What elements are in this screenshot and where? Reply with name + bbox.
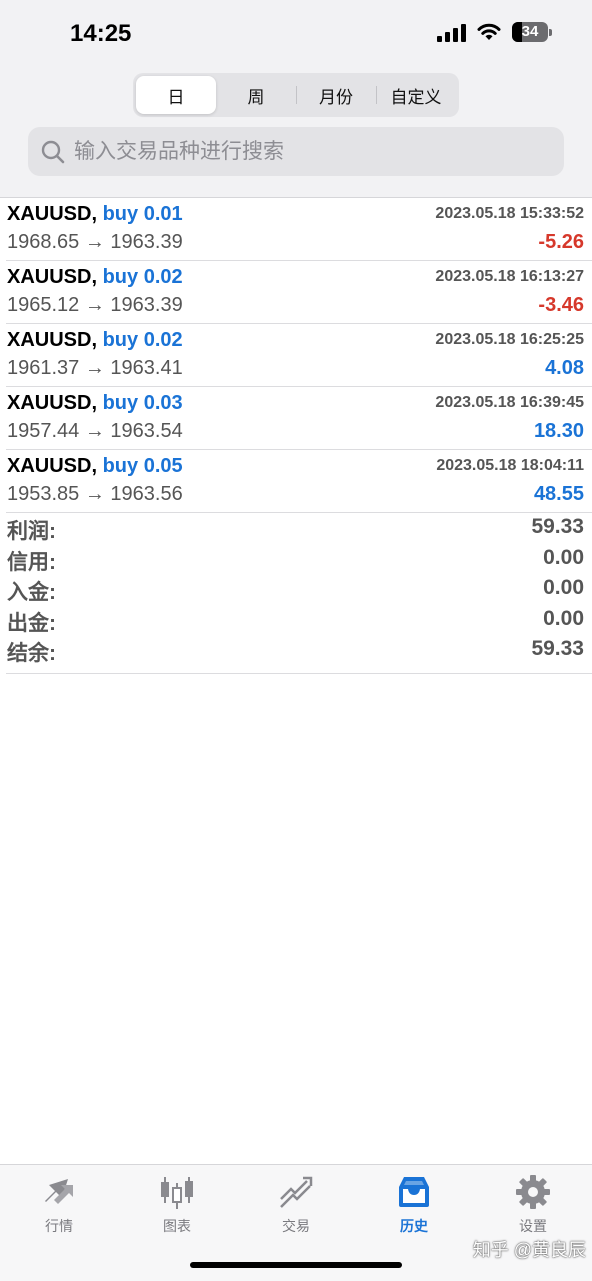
trade-side: buy 0.02 (102, 266, 183, 288)
summary-row-withdrawal: 出金: 0.00 (6, 607, 592, 638)
trade-prices: 1957.44 → 1963.54 (7, 420, 183, 442)
trade-profit: 18.30 (533, 420, 584, 442)
summary-label: 出金: (7, 611, 56, 635)
tab-settings[interactable]: 设置 (474, 1173, 592, 1236)
trade-time: 2023.05.18 15:33:52 (435, 205, 584, 222)
tab-week[interactable]: 周 (216, 76, 296, 114)
trade-side: buy 0.03 (102, 392, 183, 414)
trade-profit: 48.55 (533, 483, 584, 505)
summary-row-deposit: 入金: 0.00 (6, 576, 592, 607)
trade-prices: 1968.65 → 1963.39 (7, 231, 183, 253)
tab-month[interactable]: 月份 (296, 76, 376, 114)
summary-label: 利润: (7, 520, 56, 543)
trade-row[interactable]: XAUUSD, buy 0.02 2023.05.18 16:25:25 196… (6, 324, 592, 387)
trade-side: buy 0.02 (102, 329, 183, 351)
battery-icon: 34 (512, 22, 552, 42)
trade-profit: -3.46 (538, 294, 584, 316)
trade-time: 2023.05.18 16:39:45 (435, 394, 584, 411)
tab-day[interactable]: 日 (136, 76, 216, 114)
watermark: 知乎 @黄良辰 (472, 1240, 586, 1260)
trade-symbol: XAUUSD, (7, 266, 98, 288)
trade-prices: 1965.12 → 1963.39 (7, 294, 183, 316)
trade-time: 2023.05.18 16:13:27 (435, 268, 584, 285)
tab-trade[interactable]: 交易 (237, 1173, 355, 1236)
wifi-icon (477, 23, 501, 40)
search-input[interactable] (72, 138, 536, 165)
trade-profit: -5.26 (538, 231, 584, 253)
trade-title: XAUUSD, buy 0.02 (7, 329, 183, 352)
trade-icon (280, 1176, 313, 1208)
status-time: 14:25 (70, 20, 132, 47)
trade-profit: 4.08 (545, 357, 584, 379)
summary-value: 59.33 (531, 515, 584, 538)
search-bar[interactable] (28, 127, 564, 176)
tab-label: 交易 (282, 1218, 310, 1234)
chart-icon (161, 1177, 193, 1209)
trade-side: buy 0.05 (102, 455, 183, 477)
trade-symbol: XAUUSD, (7, 203, 98, 225)
trade-time: 2023.05.18 16:25:25 (435, 331, 584, 348)
summary-label: 入金: (7, 581, 56, 604)
divider (6, 673, 592, 674)
home-indicator (190, 1262, 402, 1268)
trade-prices: 1961.37 → 1963.41 (7, 357, 183, 379)
trade-row[interactable]: XAUUSD, buy 0.03 2023.05.18 16:39:45 195… (6, 387, 592, 450)
tab-label: 图表 (163, 1218, 191, 1234)
trade-time: 2023.05.18 18:04:11 (436, 457, 584, 474)
trade-row[interactable]: XAUUSD, buy 0.05 2023.05.18 18:04:11 195… (6, 450, 592, 513)
summary-label: 信用: (7, 550, 56, 574)
quotes-icon (45, 1179, 73, 1204)
trade-symbol: XAUUSD, (7, 392, 98, 414)
summary-value: 59.33 (531, 637, 584, 660)
trade-title: XAUUSD, buy 0.01 (7, 203, 183, 226)
battery-level: 34 (521, 23, 539, 40)
period-segmented-control: 日 周 月份 自定义 (133, 73, 459, 117)
tab-custom[interactable]: 自定义 (376, 76, 456, 114)
account-summary: 利润: 59.33 信用: 0.00 入金: 0.00 出金: 0.00 结余:… (6, 515, 592, 668)
summary-value: 0.00 (543, 576, 584, 599)
tab-label: 设置 (519, 1218, 547, 1234)
trade-side: buy 0.01 (102, 203, 183, 225)
tab-history[interactable]: 历史 (355, 1173, 473, 1236)
tab-label: 历史 (400, 1218, 428, 1234)
trade-prices: 1953.85 → 1963.56 (7, 483, 183, 505)
search-icon (41, 140, 65, 163)
summary-value: 0.00 (543, 606, 584, 630)
summary-row-credit: 信用: 0.00 (6, 546, 592, 577)
summary-label: 结余: (7, 642, 56, 665)
trade-symbol: XAUUSD, (7, 455, 98, 477)
trade-row[interactable]: XAUUSD, buy 0.01 2023.05.18 15:33:52 196… (6, 198, 592, 261)
tab-quotes[interactable]: 行情 (0, 1173, 118, 1236)
trade-symbol: XAUUSD, (7, 329, 98, 351)
signal-icon (437, 22, 466, 42)
settings-icon (516, 1175, 550, 1209)
history-icon (399, 1177, 429, 1207)
summary-row-profit: 利润: 59.33 (6, 515, 592, 546)
top-panel: 14:25 34 日 周 月份 自定义 (0, 0, 592, 198)
summary-value: 0.00 (543, 545, 584, 569)
trade-list: XAUUSD, buy 0.01 2023.05.18 15:33:52 196… (0, 198, 592, 513)
tab-chart[interactable]: 图表 (118, 1173, 236, 1236)
trade-row[interactable]: XAUUSD, buy 0.02 2023.05.18 16:13:27 196… (6, 261, 592, 324)
trade-title: XAUUSD, buy 0.02 (7, 266, 183, 289)
status-icons: 34 (437, 22, 552, 42)
summary-row-balance: 结余: 59.33 (6, 637, 592, 668)
trade-title: XAUUSD, buy 0.03 (7, 392, 183, 415)
tab-label: 行情 (45, 1218, 73, 1234)
trade-title: XAUUSD, buy 0.05 (7, 455, 183, 478)
